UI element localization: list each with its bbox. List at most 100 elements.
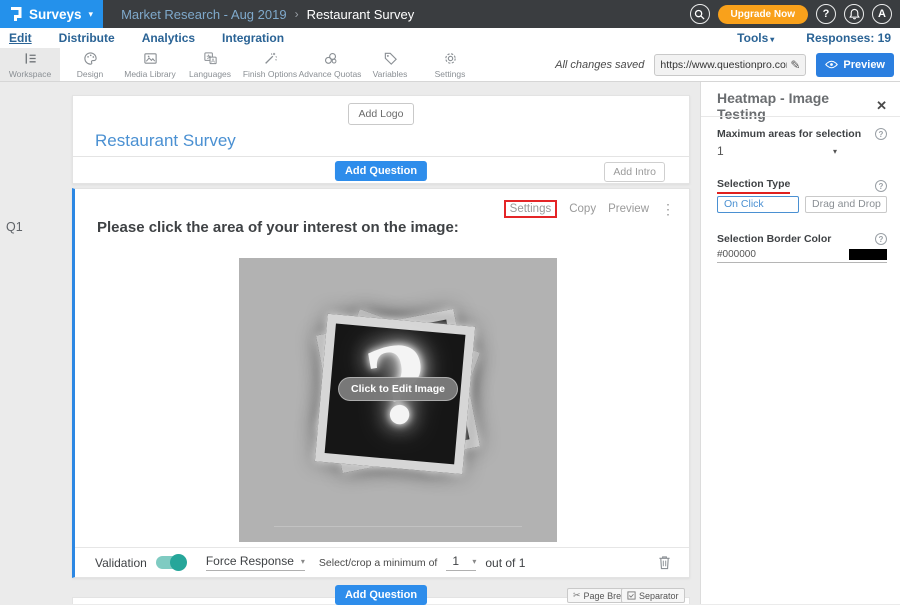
menu-item-distribute[interactable]: Distribute	[59, 31, 115, 45]
chevron-down-icon: ▾	[472, 557, 476, 566]
image-icon	[143, 51, 158, 66]
menu-bar: Edit Distribute Analytics Integration To…	[0, 28, 900, 48]
drag-and-drop-button[interactable]: Drag and Drop	[805, 196, 887, 213]
tool-label: Design	[77, 69, 103, 79]
close-icon[interactable]: ✕	[876, 98, 887, 114]
help-icon[interactable]: ?	[875, 128, 887, 140]
upgrade-now-button[interactable]: Upgrade Now	[718, 5, 808, 24]
breadcrumb-current: Restaurant Survey	[307, 7, 415, 22]
validation-label: Validation	[95, 556, 147, 570]
tool-advance-quotas[interactable]: Advance Quotas	[300, 48, 360, 81]
selection-type-label: Selection Type	[717, 178, 790, 194]
help-icon[interactable]: ?	[875, 233, 887, 245]
edit-url-icon[interactable]: ✎	[790, 58, 800, 72]
builder-toolbar: Workspace Design Media Library A Languag…	[0, 48, 900, 82]
max-areas-label: Maximum areas for selection	[717, 128, 861, 140]
border-color-label: Selection Border Color	[717, 233, 831, 245]
menu-item-integration[interactable]: Integration	[222, 31, 284, 45]
responses-count[interactable]: Responses: 19	[806, 31, 891, 45]
tool-label: Finish Options	[243, 69, 297, 79]
tool-languages[interactable]: A Languages	[180, 48, 240, 81]
placeholder-divider	[274, 526, 522, 527]
question-card: Settings Copy Preview ⋮ Please click the…	[72, 188, 690, 578]
chevron-down-icon: ▾	[770, 35, 774, 44]
tools-menu[interactable]: Tools▾	[737, 31, 774, 45]
tools-label: Tools	[737, 31, 768, 45]
tool-label: Variables	[373, 69, 408, 79]
avatar[interactable]: A	[872, 4, 892, 24]
menu-item-edit[interactable]: Edit	[9, 31, 32, 45]
max-areas-value: 1	[717, 144, 724, 158]
tool-workspace[interactable]: Workspace	[0, 48, 60, 81]
minimum-select[interactable]: 1 ▾	[446, 554, 476, 571]
validation-toggle[interactable]	[156, 556, 186, 569]
trash-icon	[658, 555, 671, 570]
add-question-button-bottom[interactable]: Add Question	[335, 585, 427, 605]
tool-label: Workspace	[9, 69, 51, 79]
tag-icon	[383, 51, 398, 66]
bell-icon	[849, 8, 860, 20]
minimum-suffix: out of 1	[485, 556, 525, 570]
border-color-field[interactable]: #000000	[717, 249, 887, 263]
survey-url-input[interactable]	[660, 59, 787, 71]
chevron-down-icon: ▾	[301, 557, 305, 566]
add-question-button-top[interactable]: Add Question	[335, 161, 427, 181]
chevron-down-icon: ▾	[89, 9, 94, 20]
search-button[interactable]	[690, 4, 710, 24]
chevron-down-icon: ▾	[833, 147, 837, 156]
tool-label: Settings	[435, 69, 466, 79]
panel-title: Heatmap - Image Testing	[717, 90, 876, 122]
tool-variables[interactable]: Variables	[360, 48, 420, 81]
validation-row: Validation Force Response ▾ Select/crop …	[75, 547, 689, 577]
tool-finish-options[interactable]: Finish Options	[240, 48, 300, 81]
breadcrumb-separator-icon: ›	[295, 7, 299, 21]
question-text[interactable]: Please click the area of your interest o…	[97, 219, 459, 236]
validation-type-select[interactable]: Force Response ▾	[206, 554, 305, 571]
save-status: All changes saved	[555, 59, 644, 71]
chain-links-icon	[323, 51, 338, 66]
toolbar-right: All changes saved ✎ Preview	[555, 48, 900, 81]
copy-action[interactable]: Copy	[569, 203, 596, 215]
click-to-edit-image-button[interactable]: Click to Edit Image	[338, 377, 458, 401]
breadcrumb-parent[interactable]: Market Research - Aug 2019	[121, 7, 286, 22]
brand-menu[interactable]: Surveys ▾	[0, 0, 103, 28]
help-button[interactable]: ?	[816, 4, 836, 24]
tool-label: Media Library	[124, 69, 176, 79]
add-logo-button[interactable]: Add Logo	[348, 103, 415, 125]
delete-question-button[interactable]	[658, 555, 671, 570]
questionpro-logo-icon	[9, 6, 22, 23]
preview-label: Preview	[843, 59, 885, 71]
add-intro-button[interactable]: Add Intro	[604, 162, 665, 182]
preview-button[interactable]: Preview	[816, 53, 894, 77]
eye-icon	[825, 60, 838, 69]
svg-text:A: A	[211, 58, 215, 64]
separator-label: Separator	[639, 591, 679, 601]
settings-action[interactable]: Settings	[504, 200, 558, 218]
color-swatch[interactable]	[849, 249, 887, 260]
palette-icon	[83, 51, 98, 66]
breadcrumb: Market Research - Aug 2019 › Restaurant …	[121, 7, 414, 22]
preview-action[interactable]: Preview	[608, 203, 649, 215]
tool-media-library[interactable]: Media Library	[120, 48, 180, 81]
brand-label: Surveys	[29, 7, 82, 22]
max-areas-select[interactable]: 1 ▾	[717, 144, 837, 158]
help-icon[interactable]: ?	[875, 180, 887, 192]
question-actions: Settings Copy Preview ⋮	[504, 200, 675, 218]
validation-type-value: Force Response	[206, 554, 294, 568]
notifications-button[interactable]	[844, 4, 864, 24]
on-click-button[interactable]: On Click	[717, 196, 799, 213]
minimum-value: 1	[452, 554, 459, 568]
separator-button[interactable]: Separator	[621, 588, 685, 603]
search-icon	[694, 9, 705, 20]
tool-settings[interactable]: Settings	[420, 48, 480, 81]
survey-title[interactable]: Restaurant Survey	[95, 131, 236, 151]
heatmap-image-placeholder[interactable]: ? Click to Edit Image	[239, 258, 557, 542]
top-bar: Surveys ▾ Market Research - Aug 2019 › R…	[0, 0, 900, 28]
menu-item-analytics[interactable]: Analytics	[142, 31, 195, 45]
question-index: Q1	[6, 220, 23, 234]
survey-header-card: Add Logo Restaurant Survey Add Question …	[72, 95, 690, 184]
menu-items: Edit Distribute Analytics Integration	[0, 31, 284, 45]
survey-url-field: ✎	[654, 54, 806, 76]
tool-design[interactable]: Design	[60, 48, 120, 81]
kebab-menu-icon[interactable]: ⋮	[661, 201, 675, 218]
